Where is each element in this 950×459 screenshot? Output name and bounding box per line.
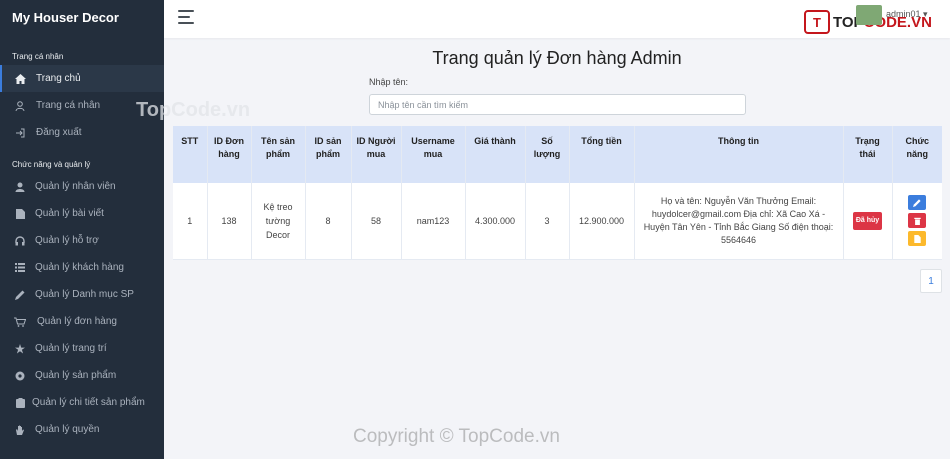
sidebar-item-label: Quản lý quyền: [35, 424, 100, 435]
sidebar-item-label: Quản lý chi tiết sản phẩm: [32, 397, 145, 408]
home-icon: [14, 73, 26, 85]
table-header-row: STT ID Đơn hàng Tên sản phẩm ID sản phẩm…: [173, 126, 942, 183]
status-badge: Đã hủy: [852, 211, 883, 230]
list-icon: [14, 262, 26, 274]
sidebar-item-posts[interactable]: Quản lý bài viết: [0, 200, 164, 227]
topbar: T TOPCODE.VN admin01 ▾: [164, 0, 950, 38]
sidebar-item-categories[interactable]: Quản lý Danh mục SP: [0, 281, 164, 308]
col-quantity: Số lượng: [525, 126, 570, 183]
cell-info: Họ và tên: Nguyễn Văn Thưởng Email: huyd…: [634, 183, 844, 260]
cell-quantity: 3: [525, 183, 570, 260]
watermark-top: TopCode.vn: [136, 99, 251, 121]
sidebar: My Houser Decor Trang cá nhân Trang chủ …: [0, 0, 164, 459]
cell-status: Đã hủy: [843, 183, 893, 260]
col-price: Giá thành: [465, 126, 526, 183]
sidebar-item-label: Quản lý Danh mục SP: [35, 289, 134, 300]
cell-username: nam123: [401, 183, 466, 260]
cell-order-id: 138: [207, 183, 252, 260]
pencil-icon: [913, 199, 921, 207]
brand-title[interactable]: My Houser Decor: [0, 0, 164, 38]
sidebar-item-permissions[interactable]: Quản lý quyền: [0, 416, 164, 443]
star-icon: [14, 343, 26, 355]
search-label: Nhập tên:: [369, 77, 409, 87]
sidebar-item-label: Quản lý nhân viên: [35, 181, 116, 192]
sidebar-item-customers[interactable]: Quản lý khách hàng: [0, 254, 164, 281]
sidebar-item-label: Quản lý đơn hàng: [37, 316, 117, 327]
col-status: Trạng thái: [843, 126, 893, 183]
cell-buyer-id: 58: [351, 183, 402, 260]
sidebar-item-label: Quản lý trang trí: [35, 343, 107, 354]
sidebar-item-orders[interactable]: Quản lý đơn hàng: [0, 308, 164, 335]
user-menu[interactable]: admin01 ▾: [886, 9, 928, 20]
cart-icon: [14, 316, 26, 328]
col-username: Username mua: [401, 126, 466, 183]
pencil-icon: [14, 289, 26, 301]
cell-product-id: 8: [305, 183, 352, 260]
col-product-name: Tên sản phẩm: [251, 126, 306, 183]
sidebar-item-support[interactable]: Quản lý hỗ trợ: [0, 227, 164, 254]
hand-icon: [14, 424, 26, 436]
document-icon: [14, 208, 26, 220]
sidebar-item-decor[interactable]: Quản lý trang trí: [0, 335, 164, 362]
box-icon: [14, 370, 26, 382]
orders-table: STT ID Đơn hàng Tên sản phẩm ID sản phẩm…: [173, 126, 942, 260]
user-icon: [14, 100, 26, 112]
col-buyer-id: ID Người mua: [351, 126, 402, 183]
col-actions: Chức năng: [892, 126, 942, 183]
col-stt: STT: [173, 126, 208, 183]
sidebar-item-label: Quản lý sản phẩm: [35, 370, 117, 381]
cell-product-name: Kệ treo tường Decor: [251, 183, 306, 260]
col-total: Tổng tiền: [569, 126, 635, 183]
sidebar-item-staff[interactable]: Quản lý nhân viên: [0, 173, 164, 200]
sidebar-item-label: Đăng xuất: [36, 127, 82, 138]
headphones-icon: [14, 235, 26, 247]
section-label-personal: Trang cá nhân: [12, 52, 64, 61]
sidebar-item-label: Quản lý hỗ trợ: [35, 235, 99, 246]
file-icon: [914, 234, 921, 243]
pagination-page[interactable]: 1: [920, 269, 942, 293]
sidebar-item-logout[interactable]: Đăng xuất: [0, 119, 164, 146]
page-title: Trang quản lý Đơn hàng Admin: [432, 48, 682, 68]
sidebar-item-label: Trang chủ: [36, 73, 81, 84]
menu-toggle-icon[interactable]: [178, 10, 194, 24]
edit-button[interactable]: [908, 194, 927, 210]
logo-mark-icon: T: [804, 10, 830, 34]
watermark-bottom: Copyright © TopCode.vn: [353, 426, 560, 447]
detail-button[interactable]: [908, 230, 927, 246]
col-product-id: ID sản phẩm: [305, 126, 352, 183]
avatar[interactable]: [856, 5, 882, 25]
sidebar-item-label: Trang cá nhân: [36, 100, 101, 111]
sidebar-item-label: Quản lý khách hàng: [35, 262, 124, 273]
search-input[interactable]: [369, 94, 746, 115]
cell-total: 12.900.000: [569, 183, 635, 260]
sidebar-item-product-details[interactable]: Quản lý chi tiết sản phẩm: [0, 389, 164, 416]
sidebar-item-home[interactable]: Trang chủ: [0, 65, 164, 92]
table-row: 1 138 Kệ treo tường Decor 8 58 nam123 4.…: [173, 183, 942, 260]
cell-price: 4.300.000: [465, 183, 526, 260]
col-info: Thông tin: [634, 126, 844, 183]
section-label-management: Chức năng và quản lý: [12, 160, 91, 169]
sidebar-item-products[interactable]: Quản lý sản phẩm: [0, 362, 164, 389]
sidebar-item-label: Quản lý bài viết: [35, 208, 104, 219]
cell-actions: [892, 183, 942, 260]
user-icon: [14, 181, 26, 193]
logout-icon: [14, 127, 26, 139]
delete-button[interactable]: [908, 212, 927, 228]
col-order-id: ID Đơn hàng: [207, 126, 252, 183]
clipboard-icon: [14, 397, 26, 409]
cell-stt: 1: [173, 183, 208, 260]
trash-icon: [914, 217, 921, 225]
